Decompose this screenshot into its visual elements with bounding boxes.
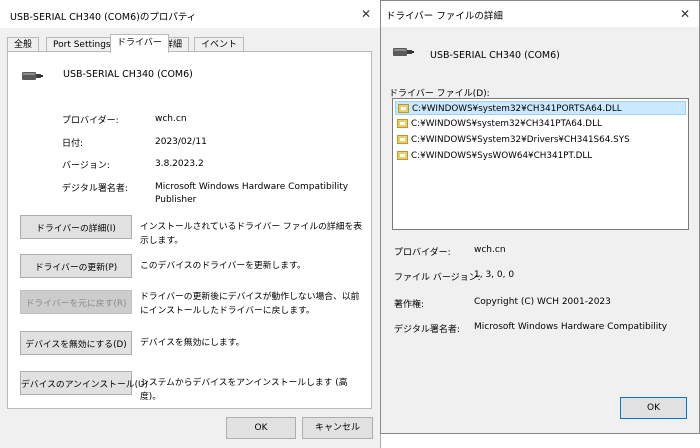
- provider-value: wch.cn: [155, 114, 187, 124]
- device-name: USB-SERIAL CH340 (COM6): [63, 69, 193, 80]
- disable-device-button[interactable]: デバイスを無効にする(D): [20, 331, 132, 355]
- file-signer-label: デジタル署名者:: [394, 325, 460, 335]
- signer-value: Microsoft Windows Hardware Compatibility…: [155, 182, 349, 205]
- details-ok-button[interactable]: OK: [620, 397, 687, 419]
- file-version-value: 1, 3, 0, 0: [474, 270, 515, 280]
- disable-device-description: デバイスを無効にします。: [140, 338, 245, 348]
- uninstall-device-description: システムからデバイスをアンインストールします (高度)。: [140, 378, 348, 402]
- close-icon[interactable]: ✕: [676, 5, 694, 23]
- details-device-name: USB-SERIAL CH340 (COM6): [430, 50, 560, 61]
- usb-serial-device-icon: [22, 72, 43, 80]
- update-driver-description: このデバイスのドライバーを更新します。: [140, 261, 306, 271]
- date-value: 2023/02/11: [155, 137, 207, 147]
- driver-file-list[interactable]: C:¥WINDOWS¥system32¥CH341PORTSA64.DLL C:…: [392, 98, 689, 230]
- provider-label: プロバイダー:: [62, 116, 119, 126]
- rollback-driver-description: ドライバーの更新後にデバイスが動作しない場合、以前にインストールしたドライバーに…: [140, 292, 360, 316]
- version-label: バージョン:: [62, 161, 110, 171]
- tab-general[interactable]: 全般: [7, 37, 40, 52]
- copyright-label: 著作権:: [394, 300, 425, 310]
- properties-window: USB-SERIAL CH340 (COM6)のプロパティ ✕ 全般 Port …: [0, 0, 381, 448]
- rollback-driver-button[interactable]: ドライバーを元に戻す(R): [20, 290, 132, 314]
- close-icon[interactable]: ✕: [357, 5, 375, 23]
- driver-file-icon: [397, 135, 408, 144]
- cancel-button[interactable]: キャンセル: [302, 417, 373, 439]
- signer-label: デジタル署名者:: [62, 184, 128, 194]
- file-provider-value: wch.cn: [474, 245, 506, 255]
- properties-titlebar: USB-SERIAL CH340 (COM6)のプロパティ ✕: [0, 0, 380, 28]
- version-value: 3.8.2023.2: [155, 159, 204, 169]
- usb-serial-device-icon: [393, 48, 414, 56]
- update-driver-button[interactable]: ドライバーの更新(P): [20, 254, 132, 278]
- driver-file-icon: [397, 119, 408, 128]
- tab-driver[interactable]: ドライバー: [110, 34, 169, 53]
- driver-details-description: インストールされているドライバー ファイルの詳細を表示します。: [140, 222, 363, 246]
- ok-button[interactable]: OK: [226, 417, 296, 439]
- list-item[interactable]: C:¥WINDOWS¥system32¥CH341PTA64.DLL: [395, 117, 686, 131]
- copyright-value: Copyright (C) WCH 2001-2023: [474, 297, 611, 307]
- date-label: 日付:: [62, 139, 84, 149]
- tab-events[interactable]: イベント: [194, 37, 245, 52]
- file-provider-label: プロバイダー:: [394, 248, 451, 258]
- list-item[interactable]: C:¥WINDOWS¥system32¥CH341PORTSA64.DLL: [395, 101, 686, 115]
- driver-file-icon: [397, 151, 408, 160]
- properties-title: USB-SERIAL CH340 (COM6)のプロパティ: [10, 12, 197, 23]
- details-title: ドライバー ファイルの詳細: [386, 11, 503, 22]
- uninstall-device-button[interactable]: デバイスのアンインストール(U): [20, 371, 148, 395]
- list-item[interactable]: C:¥WINDOWS¥SysWOW64¥CH341PT.DLL: [395, 149, 686, 163]
- file-signer-value: Microsoft Windows Hardware Compatibility: [474, 322, 668, 332]
- details-titlebar: ドライバー ファイルの詳細 ✕: [381, 1, 699, 27]
- driver-details-button[interactable]: ドライバーの詳細(I): [20, 215, 132, 239]
- driver-file-icon: [398, 104, 409, 113]
- file-version-label: ファイル バージョン:: [394, 273, 481, 283]
- list-item[interactable]: C:¥WINDOWS¥System32¥Drivers¥CH341S64.SYS: [395, 133, 686, 147]
- tab-port-settings[interactable]: Port Settings: [46, 37, 118, 52]
